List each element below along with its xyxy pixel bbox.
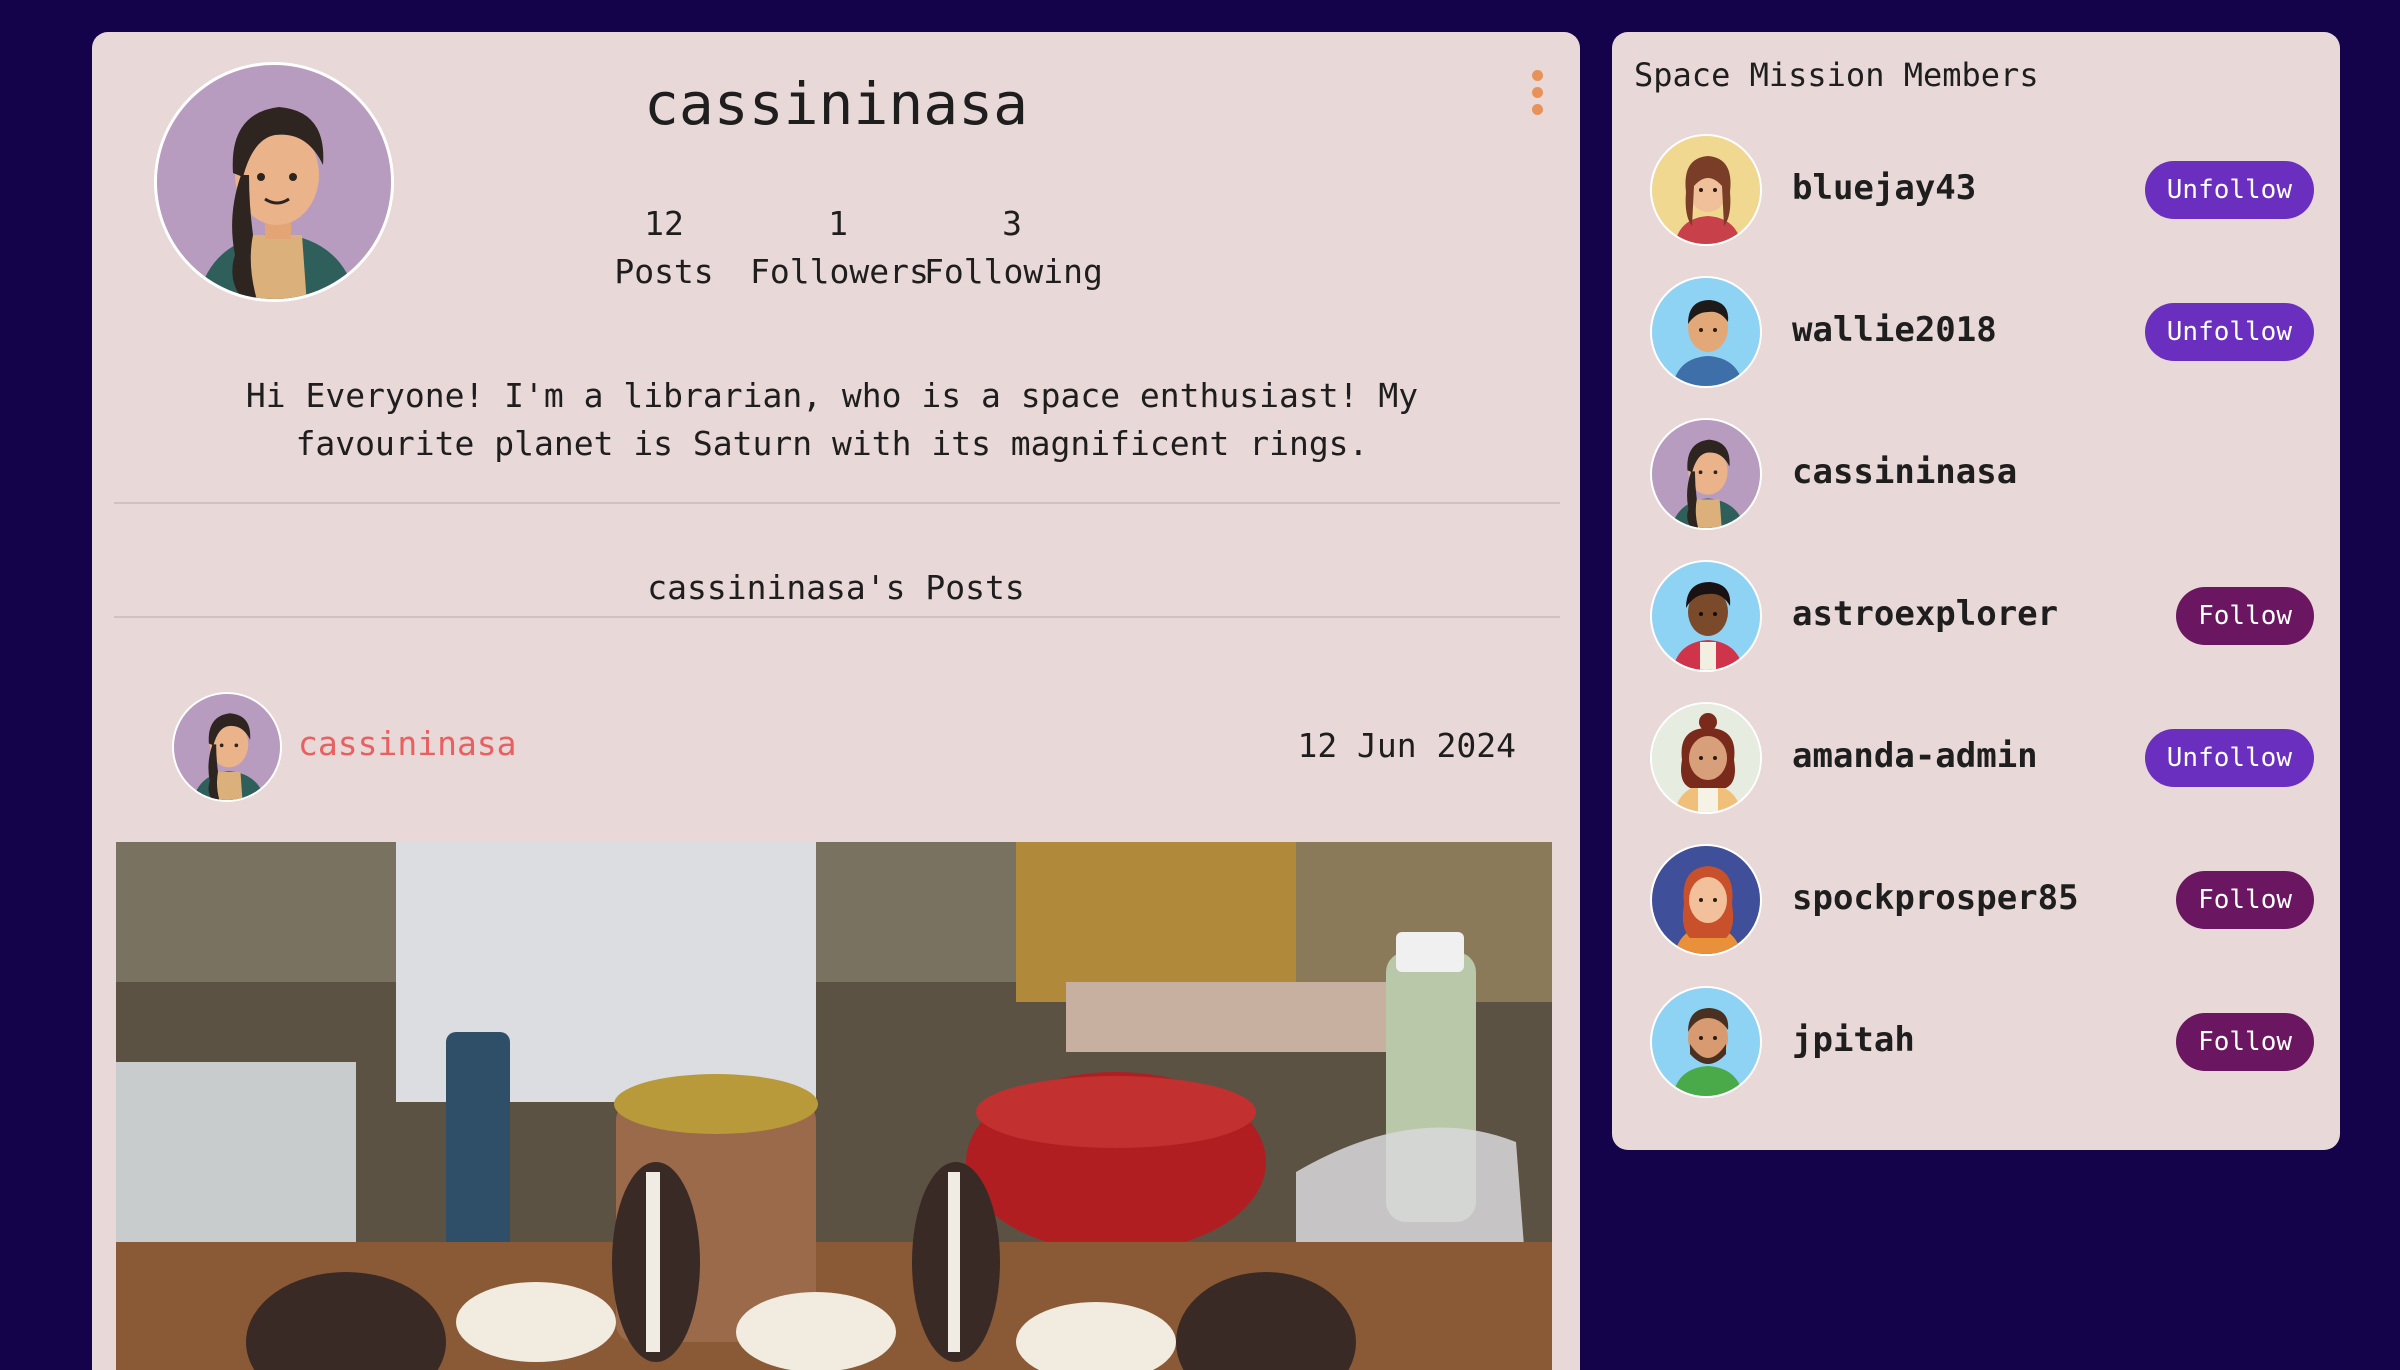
member-avatar[interactable] <box>1650 418 1762 530</box>
member-name[interactable]: astroexplorer <box>1792 594 2058 634</box>
member-avatar[interactable] <box>1650 844 1762 956</box>
member-avatar[interactable] <box>1650 276 1762 388</box>
man-red-jacket-avatar-icon <box>1652 562 1760 670</box>
menu-dot <box>1532 70 1543 81</box>
follow-button[interactable]: Follow <box>2176 1013 2314 1071</box>
member-avatar[interactable] <box>1650 134 1762 246</box>
follow-button[interactable]: Follow <box>2176 587 2314 645</box>
member-name[interactable]: jpitah <box>1792 1020 1915 1060</box>
member-name[interactable]: wallie2018 <box>1792 310 1997 350</box>
woman-orange-hair-avatar-icon <box>1652 846 1760 954</box>
post-date: 12 Jun 2024 <box>1297 726 1516 765</box>
stat-posts[interactable]: 12 Posts <box>612 200 716 296</box>
member-name[interactable]: spockprosper85 <box>1792 878 2079 918</box>
members-panel: Space Mission Members bluejay43 Unfollow <box>1612 32 2340 1150</box>
member-row[interactable]: amanda-admin Unfollow <box>1612 702 2340 814</box>
unfollow-button[interactable]: Unfollow <box>2144 161 2314 219</box>
stat-following-count: 3 <box>1002 204 1022 243</box>
post-author-avatar[interactable] <box>172 692 282 802</box>
stat-following-label: Following <box>924 252 1103 291</box>
woman-braid-avatar-icon <box>174 694 280 800</box>
member-name[interactable]: bluejay43 <box>1792 168 1976 208</box>
post-author-link[interactable]: cassininasa <box>298 724 517 763</box>
divider <box>114 616 1560 618</box>
members-title: Space Mission Members <box>1634 56 2039 94</box>
stat-followers[interactable]: 1 Followers <box>750 200 929 296</box>
stat-followers-count: 1 <box>828 204 848 243</box>
member-avatar[interactable] <box>1650 560 1762 672</box>
profile-bio: Hi Everyone! I'm a librarian, who is a s… <box>232 372 1432 468</box>
member-name[interactable]: cassininasa <box>1792 452 2017 492</box>
member-avatar[interactable] <box>1650 986 1762 1098</box>
post-image[interactable] <box>116 842 1552 1370</box>
member-row[interactable]: spockprosper85 Follow <box>1612 844 2340 956</box>
member-row[interactable]: wallie2018 Unfollow <box>1612 276 2340 388</box>
follow-button[interactable]: Follow <box>2176 871 2314 929</box>
man-blue-shirt-avatar-icon <box>1652 278 1760 386</box>
member-name[interactable]: amanda-admin <box>1792 736 2038 776</box>
member-row[interactable]: bluejay43 Unfollow <box>1612 134 2340 246</box>
member-avatar[interactable] <box>1650 702 1762 814</box>
profile-card: cassininasa 12 Posts 1 Followers 3 Follo… <box>92 32 1580 1370</box>
menu-dot <box>1532 104 1543 115</box>
woman-curly-hair-avatar-icon <box>1652 704 1760 812</box>
kebab-menu-icon[interactable] <box>1532 70 1544 116</box>
woman-red-top-avatar-icon <box>1652 136 1760 244</box>
stat-following[interactable]: 3 Following <box>924 200 1103 296</box>
unfollow-button[interactable]: Unfollow <box>2144 303 2314 361</box>
posts-heading: cassininasa's Posts <box>647 568 1025 607</box>
man-beard-green-shirt-avatar-icon <box>1652 988 1760 1096</box>
member-row[interactable]: astroexplorer Follow <box>1612 560 2340 672</box>
bio-line: favourite planet is Saturn with its magn… <box>295 424 1369 463</box>
woman-braid-avatar-icon <box>1652 420 1760 528</box>
stat-posts-count: 12 <box>644 204 684 243</box>
menu-dot <box>1532 87 1543 98</box>
divider <box>114 502 1560 504</box>
member-row[interactable]: jpitah Follow <box>1612 986 2340 1098</box>
stat-posts-label: Posts <box>614 252 714 291</box>
profile-username: cassininasa <box>643 70 1029 138</box>
post-photo <box>116 842 1552 1370</box>
unfollow-button[interactable]: Unfollow <box>2144 729 2314 787</box>
bio-line: Hi Everyone! I'm a librarian, who is a s… <box>245 376 1419 415</box>
stat-followers-label: Followers <box>750 252 929 291</box>
member-row[interactable]: cassininasa <box>1612 418 2340 530</box>
